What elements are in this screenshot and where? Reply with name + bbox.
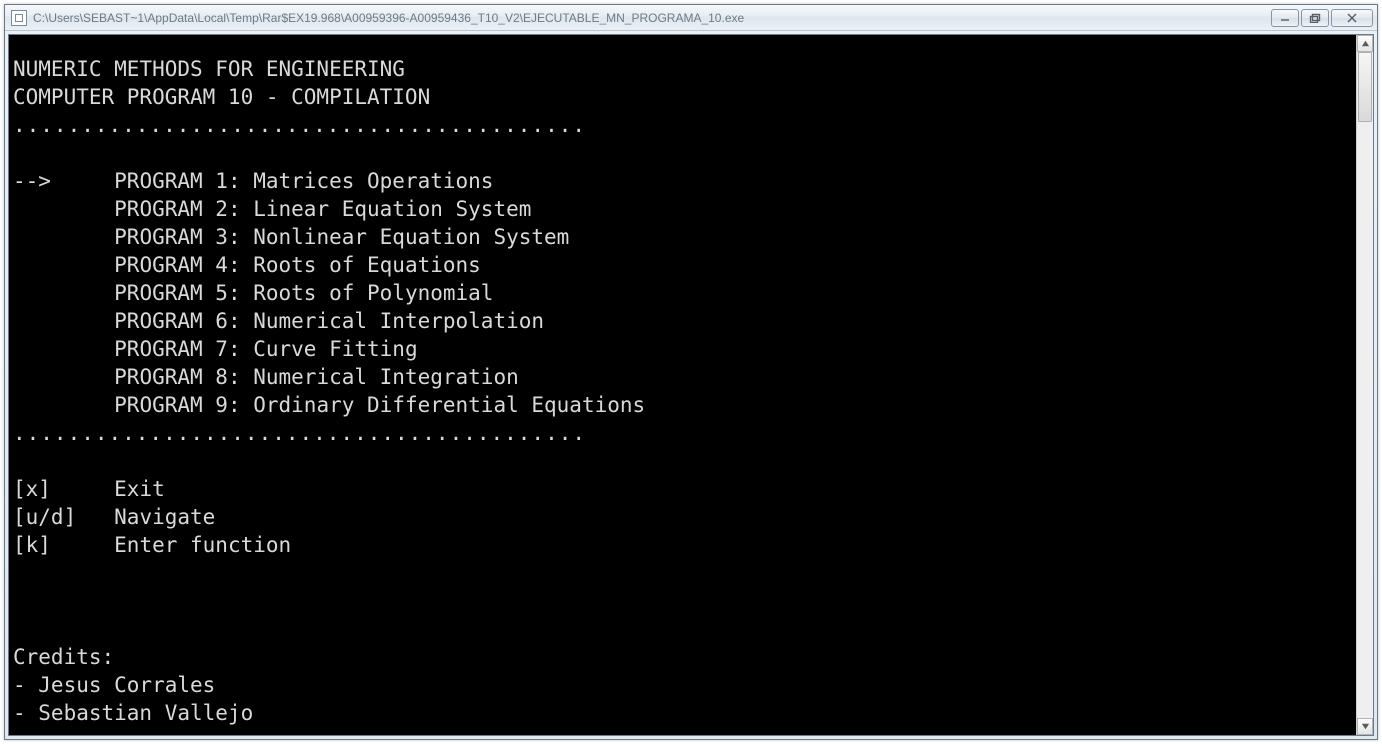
scroll-track[interactable]	[1357, 52, 1373, 718]
menu-item-label: PROGRAM 9:	[114, 393, 253, 417]
chevron-up-icon	[1361, 39, 1370, 48]
menu-item-label: PROGRAM 4:	[114, 253, 253, 277]
menu-item-label: PROGRAM 3:	[114, 225, 253, 249]
header-line: COMPUTER PROGRAM 10 - COMPILATION	[13, 85, 430, 109]
vertical-scrollbar[interactable]	[1356, 35, 1373, 735]
menu-marker	[13, 365, 114, 389]
divider-top: ........................................…	[13, 113, 586, 137]
chevron-down-icon	[1361, 722, 1370, 731]
credits-heading-line: Credits:	[13, 645, 114, 669]
menu-item-desc: Linear Equation System	[253, 197, 531, 221]
header-line: NUMERIC METHODS FOR ENGINEERING	[13, 57, 405, 81]
menu-marker	[13, 253, 114, 277]
menu-item-desc: Curve Fitting	[253, 337, 417, 361]
menu-marker	[13, 197, 114, 221]
key-hint-key: [u/d]	[13, 505, 114, 529]
key-hint-action: Exit	[114, 477, 165, 501]
close-button[interactable]	[1331, 9, 1373, 27]
credit-name: - Sebastian Vallejo	[13, 701, 253, 725]
menu-item-desc: Roots of Polynomial	[253, 281, 493, 305]
scroll-thumb[interactable]	[1358, 52, 1372, 122]
menu-marker	[13, 393, 114, 417]
divider-line: ........................................…	[13, 421, 586, 445]
menu-item-program-6[interactable]: PROGRAM 6: Numerical Interpolation	[13, 307, 1352, 335]
menu-item-program-4[interactable]: PROGRAM 4: Roots of Equations	[13, 251, 1352, 279]
scroll-up-button[interactable]	[1357, 35, 1373, 52]
credits-heading: Credits:	[13, 645, 114, 669]
key-hint-key: [k]	[13, 533, 114, 557]
menu-item-program-2[interactable]: PROGRAM 2: Linear Equation System	[13, 195, 1352, 223]
minimize-button[interactable]	[1271, 9, 1299, 27]
menu-item-program-7[interactable]: PROGRAM 7: Curve Fitting	[13, 335, 1352, 363]
credit-person-0: - Jesus Corrales	[13, 671, 1352, 699]
key-hint-action: Navigate	[114, 505, 215, 529]
window-title: C:\Users\SEBAST~1\AppData\Local\Temp\Rar…	[33, 11, 1271, 25]
menu-item-program-3[interactable]: PROGRAM 3: Nonlinear Equation System	[13, 223, 1352, 251]
divider-bottom: ........................................…	[13, 421, 586, 445]
menu-marker	[13, 309, 114, 333]
menu-item-label: PROGRAM 7:	[114, 337, 253, 361]
menu-item-label: PROGRAM 8:	[114, 365, 253, 389]
menu-item-desc: Ordinary Differential Equations	[253, 393, 645, 417]
menu-item-desc: Nonlinear Equation System	[253, 225, 569, 249]
menu-item-program-1[interactable]: --> PROGRAM 1: Matrices Operations	[13, 167, 1352, 195]
credit-person-1: - Sebastian Vallejo	[13, 699, 1352, 727]
menu-item-program-5[interactable]: PROGRAM 5: Roots of Polynomial	[13, 279, 1352, 307]
menu-item-desc: Numerical Interpolation	[253, 309, 544, 333]
menu-item-desc: Numerical Integration	[253, 365, 519, 389]
key-hint-0: [x] Exit	[13, 475, 1352, 503]
app-window: C:\Users\SEBAST~1\AppData\Local\Temp\Rar…	[4, 4, 1378, 740]
key-hint-2: [k] Enter function	[13, 531, 1352, 559]
key-hint-key: [x]	[13, 477, 114, 501]
console-output[interactable]: NUMERIC METHODS FOR ENGINEERING COMPUTER…	[9, 35, 1356, 735]
header-line-2: COMPUTER PROGRAM 10 - COMPILATION	[13, 85, 430, 109]
scroll-down-button[interactable]	[1357, 718, 1373, 735]
maximize-button[interactable]	[1301, 9, 1329, 27]
menu-item-label: PROGRAM 6:	[114, 309, 253, 333]
divider-line: ........................................…	[13, 113, 586, 137]
menu-item-label: PROGRAM 2:	[114, 197, 253, 221]
app-icon	[11, 10, 27, 26]
key-hint-1: [u/d] Navigate	[13, 503, 1352, 531]
titlebar[interactable]: C:\Users\SEBAST~1\AppData\Local\Temp\Rar…	[5, 5, 1377, 31]
menu-item-desc: Matrices Operations	[253, 169, 493, 193]
menu-marker	[13, 281, 114, 305]
menu-marker	[13, 225, 114, 249]
close-icon	[1346, 13, 1358, 23]
menu-item-program-9[interactable]: PROGRAM 9: Ordinary Differential Equatio…	[13, 391, 1352, 419]
maximize-icon	[1309, 13, 1321, 23]
menu-item-program-8[interactable]: PROGRAM 8: Numerical Integration	[13, 363, 1352, 391]
client-area: NUMERIC METHODS FOR ENGINEERING COMPUTER…	[8, 34, 1374, 736]
credit-name: - Jesus Corrales	[13, 673, 215, 697]
menu-marker	[13, 337, 114, 361]
menu-marker: -->	[13, 169, 114, 193]
menu-item-label: PROGRAM 1:	[114, 169, 253, 193]
window-controls	[1271, 9, 1373, 27]
minimize-icon	[1279, 13, 1291, 23]
header-line-1: NUMERIC METHODS FOR ENGINEERING	[13, 57, 405, 81]
key-hint-action: Enter function	[114, 533, 291, 557]
menu-item-label: PROGRAM 5:	[114, 281, 253, 305]
menu-item-desc: Roots of Equations	[253, 253, 481, 277]
